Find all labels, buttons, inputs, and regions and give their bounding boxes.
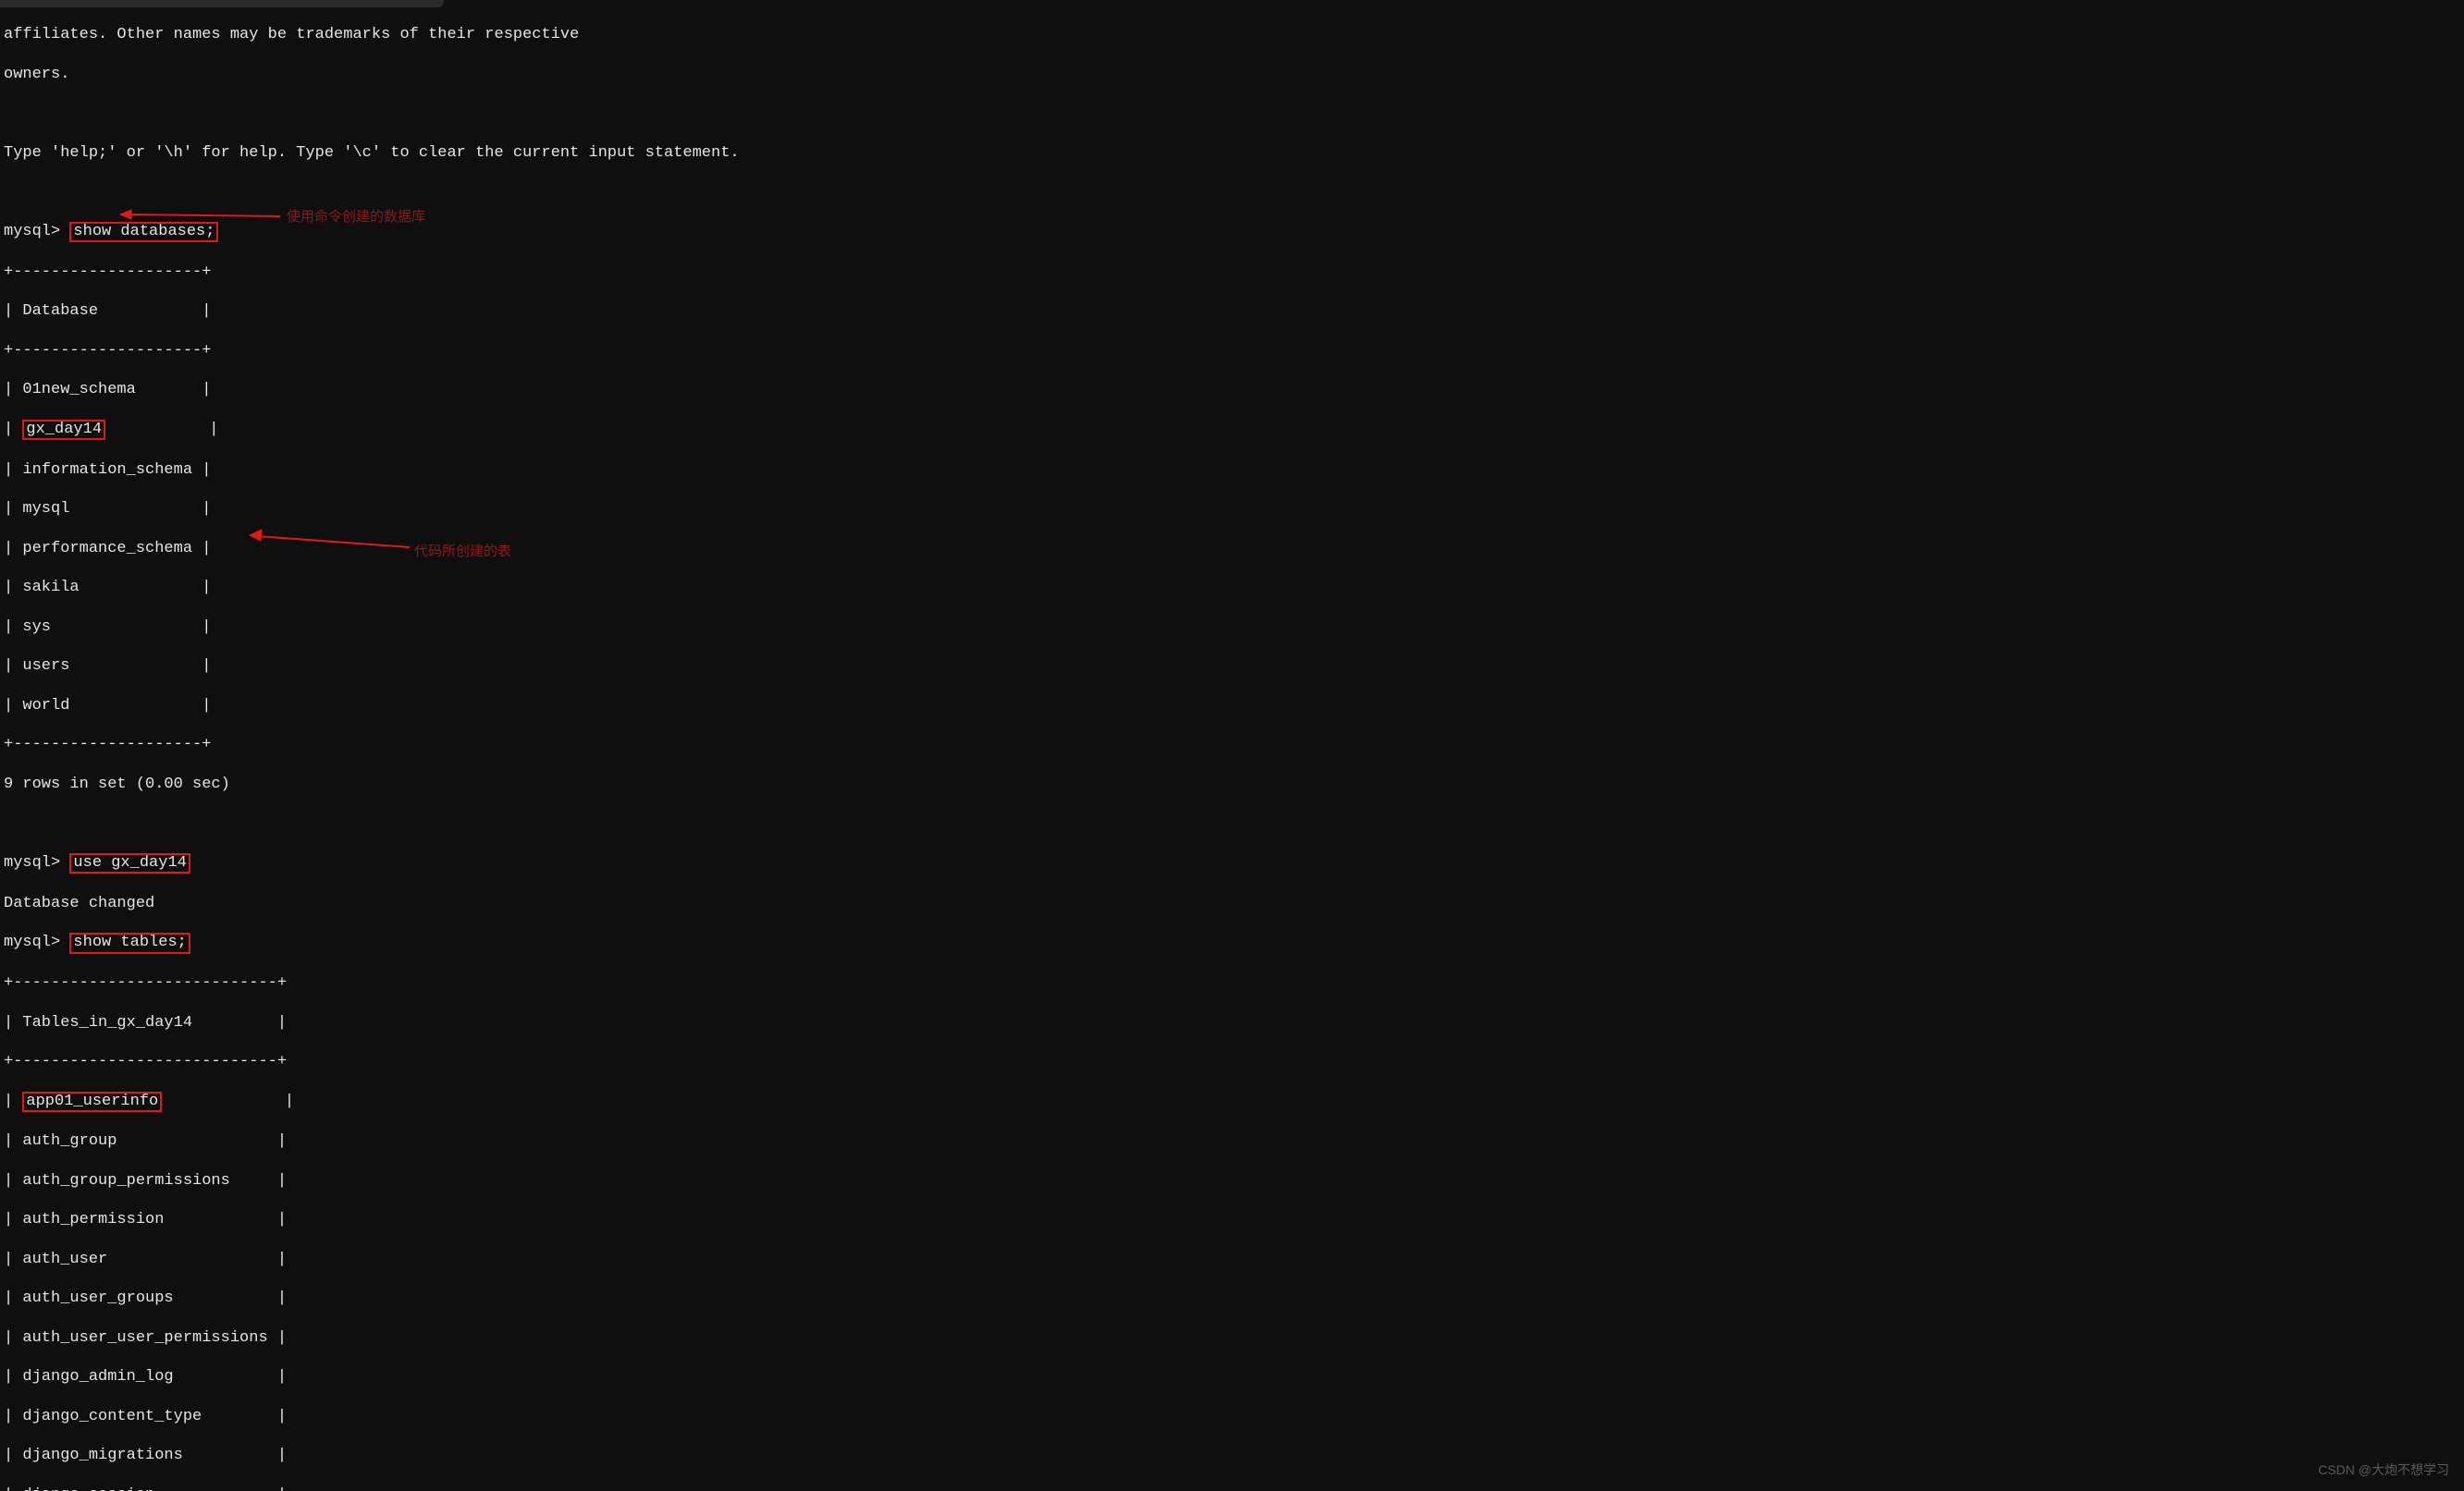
tb-app01-userinfo: app01_userinfo	[22, 1092, 162, 1113]
table-row: | auth_group |	[4, 1131, 2460, 1151]
table-row: | users |	[4, 656, 2460, 676]
blank-line	[4, 182, 2460, 202]
table-row: | mysql |	[4, 499, 2460, 519]
table-row: | auth_permission |	[4, 1210, 2460, 1229]
table-separator: +----------------------------+	[4, 973, 2460, 993]
mysql-prompt: mysql>	[4, 854, 60, 872]
table-row: | auth_group_permissions |	[4, 1171, 2460, 1191]
table-row: | django_admin_log |	[4, 1367, 2460, 1387]
table-row: | 01new_schema |	[4, 380, 2460, 399]
table-row: | auth_user |	[4, 1250, 2460, 1269]
table-separator: +--------------------+	[4, 341, 2460, 361]
cmd-show-databases: show databases;	[69, 222, 218, 243]
annotation-table: 代码所创建的表	[414, 544, 511, 561]
table-row: | sakila |	[4, 578, 2460, 597]
table-row: | auth_user_groups |	[4, 1289, 2460, 1308]
table-separator: +--------------------+	[4, 263, 2460, 282]
table-separator: +--------------------+	[4, 735, 2460, 754]
mysql-prompt: mysql>	[4, 223, 60, 240]
table-row: | django_migrations |	[4, 1446, 2460, 1465]
mysql-prompt: mysql>	[4, 934, 60, 951]
help-text: Type 'help;' or '\h' for help. Type '\c'…	[4, 143, 2460, 163]
arrow-icon	[248, 527, 414, 555]
cmd-use-db: use gx_day14	[69, 853, 190, 874]
table-separator: +----------------------------+	[4, 1052, 2460, 1071]
table-row: | sys |	[4, 617, 2460, 637]
watermark-text: CSDN @大炮不想学习	[2318, 1462, 2449, 1479]
table-row: | gx_day14 |	[4, 420, 2460, 441]
table-header: | Tables_in_gx_day14 |	[4, 1013, 2460, 1033]
prompt-line: mysql> show tables;	[4, 933, 2460, 954]
table-row: | django_content_type |	[4, 1407, 2460, 1426]
table-row: | auth_user_user_permissions |	[4, 1328, 2460, 1348]
cmd-show-tables: show tables;	[69, 933, 190, 954]
db-changed-text: Database changed	[4, 894, 2460, 913]
blank-line	[4, 813, 2460, 833]
table-row: | world |	[4, 696, 2460, 715]
intro-text: owners.	[4, 65, 2460, 84]
arrow-icon	[118, 205, 285, 224]
db-gx-day14: gx_day14	[22, 420, 105, 441]
row-count: 9 rows in set (0.00 sec)	[4, 775, 2460, 794]
blank-line	[4, 104, 2460, 123]
table-row: | app01_userinfo |	[4, 1092, 2460, 1113]
table-row: | information_schema |	[4, 460, 2460, 480]
intro-text: affiliates. Other names may be trademark…	[4, 25, 2460, 44]
table-row: | django_session |	[4, 1485, 2460, 1491]
prompt-line: mysql> use gx_day14	[4, 853, 2460, 874]
table-header: | Database |	[4, 301, 2460, 321]
annotation-db: 使用命令创建的数据库	[287, 209, 425, 226]
